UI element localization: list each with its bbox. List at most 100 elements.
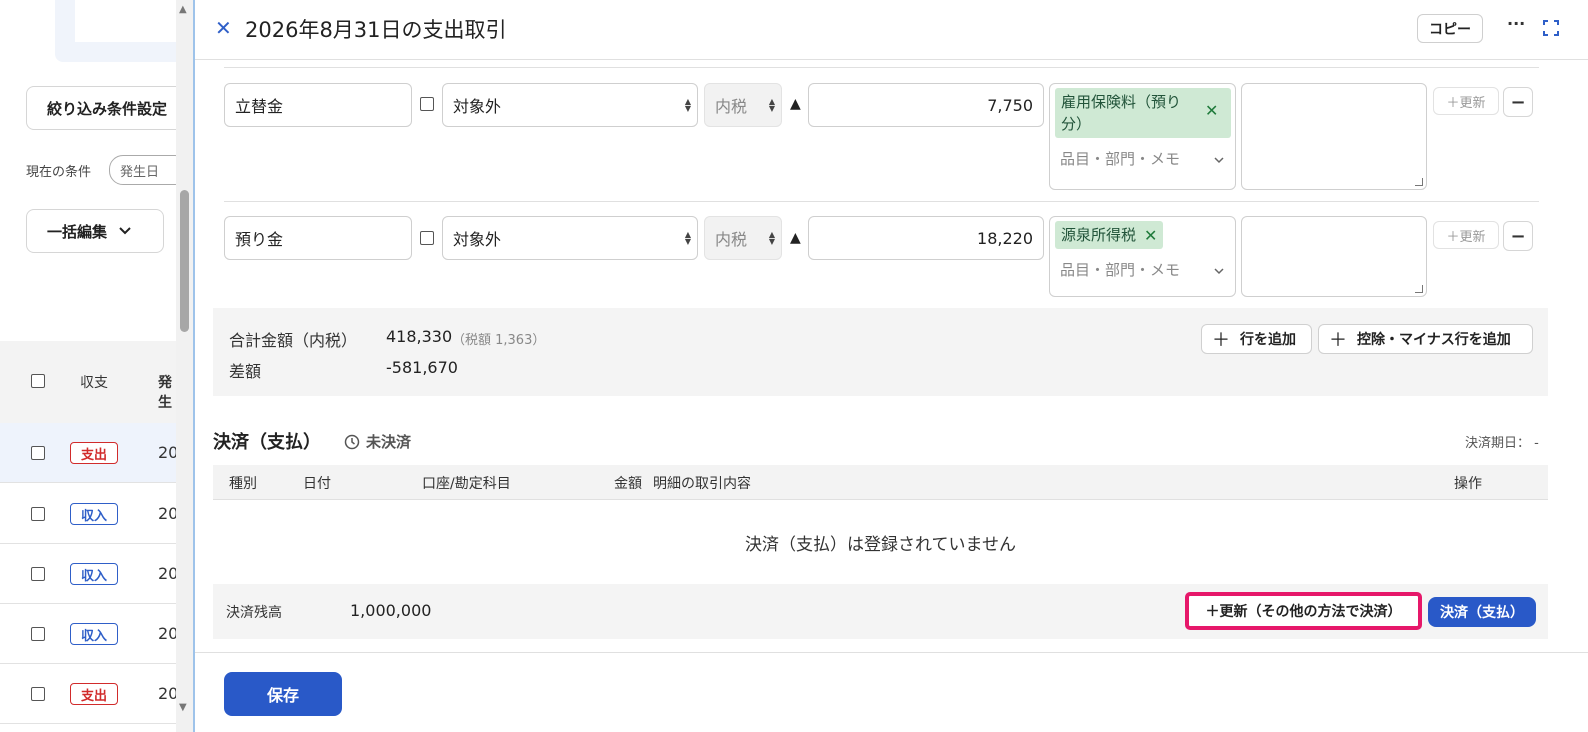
other-method-label: ＋更新（その他の方法で決済） xyxy=(1205,604,1402,620)
settle-payment-button[interactable]: 決済（支払） xyxy=(1428,597,1536,627)
save-button[interactable]: 保存 xyxy=(224,672,342,716)
account-field[interactable]: 立替金 xyxy=(224,83,412,127)
diff-value: -581,670 xyxy=(386,358,458,377)
type-badge: 支出 xyxy=(70,442,118,464)
settlement-footer: 決済残高 1,000,000 ＋更新（その他の方法で決済） 決済（支払） xyxy=(213,584,1548,639)
settlement-status: 未決済 xyxy=(344,431,411,452)
add-minus-row-button[interactable]: ＋ 控除・マイナス行を追加 xyxy=(1318,324,1533,354)
tag-placeholder-row: 品目・部門・メモ xyxy=(1055,148,1230,169)
add-row-button[interactable]: ＋ 行を追加 xyxy=(1201,324,1312,354)
clock-icon xyxy=(344,434,360,449)
condition-pill-label: 発生日 xyxy=(120,164,160,180)
chevron-down-icon xyxy=(119,224,131,239)
panel-title: 2026年8月31日の支出取引 xyxy=(245,18,507,42)
tag-placeholder-row: 品目・部門・メモ xyxy=(1055,259,1230,280)
memo-textarea[interactable] xyxy=(1241,83,1427,190)
row-checkbox[interactable] xyxy=(420,231,434,245)
scroll-up-icon[interactable]: ▲ xyxy=(179,4,187,15)
table-row[interactable]: 支出 20 xyxy=(0,664,178,724)
transaction-detail-panel: ✕ 2026年8月31日の支出取引 コピー ··· 立替金 対象外 ▲ ▼ 内税 … xyxy=(195,0,1588,732)
other-method-settle-button[interactable]: ＋更新（その他の方法で決済） xyxy=(1185,592,1422,630)
amount-input[interactable]: 7,750 xyxy=(808,83,1044,127)
add-row-label: 行を追加 xyxy=(1240,332,1296,348)
tax-method-value: 内税 xyxy=(715,230,748,249)
resize-handle-icon[interactable] xyxy=(1415,285,1423,293)
remove-row-button[interactable]: − xyxy=(1503,221,1533,251)
tag-placeholder: 品目・部門・メモ xyxy=(1060,150,1181,168)
remove-row-button[interactable]: − xyxy=(1503,87,1533,117)
ellipsis-icon[interactable]: ··· xyxy=(1507,14,1525,33)
balance-value: 1,000,000 xyxy=(350,601,432,620)
row-checkbox[interactable] xyxy=(31,627,45,641)
add-minus-row-label: 控除・マイナス行を追加 xyxy=(1357,332,1511,348)
account-field[interactable]: 預り金 xyxy=(224,216,412,260)
amount-value: 7,750 xyxy=(987,95,1033,115)
tax-category-value: 対象外 xyxy=(453,97,502,116)
tax-method-select: 内税 ▲ ▼ xyxy=(704,216,782,260)
row-checkbox[interactable] xyxy=(31,446,45,460)
remove-tag-icon[interactable]: ✕ xyxy=(1144,226,1157,245)
copy-button[interactable]: コピー xyxy=(1417,14,1483,43)
scrollbar-thumb[interactable] xyxy=(180,190,189,332)
table-row[interactable]: 収入 20 xyxy=(0,604,178,664)
table-row[interactable]: 収入 20 xyxy=(0,544,178,604)
row-checkbox[interactable] xyxy=(420,97,434,111)
settlement-table-header: 種別 日付 口座/勘定科目 金額 明細の取引内容 操作 xyxy=(213,465,1548,499)
scroll-down-icon[interactable]: ▼ xyxy=(179,702,187,713)
table-row[interactable]: 収入 20 xyxy=(0,484,178,544)
select-arrows-icon: ▲ ▼ xyxy=(768,230,775,246)
tag-chip-label: 源泉所得税 xyxy=(1061,226,1137,244)
amount-input[interactable]: 18,220 xyxy=(808,216,1044,260)
tag-field[interactable]: 源泉所得税 ✕ 品目・部門・メモ xyxy=(1049,216,1236,297)
type-badge: 収入 xyxy=(70,623,118,645)
select-all-checkbox[interactable] xyxy=(31,374,45,388)
account-value: 預り金 xyxy=(235,230,284,249)
empty-message: 決済（支払）は登録されていません xyxy=(745,535,1016,555)
tax-category-value: 対象外 xyxy=(453,230,502,249)
column-account: 口座/勘定科目 xyxy=(422,476,511,492)
column-type: 収支 xyxy=(80,375,108,391)
due-date-label: 決済期日： xyxy=(1465,436,1531,451)
expand-icon[interactable] xyxy=(1543,20,1559,40)
filter-settings-button[interactable]: 絞り込み条件設定 xyxy=(26,86,196,130)
footer-divider xyxy=(195,652,1588,653)
settlement-title: 決済（支払） xyxy=(213,432,321,453)
tax-category-select[interactable]: 対象外 ▲ ▼ xyxy=(442,216,698,260)
resize-handle-icon[interactable] xyxy=(1415,178,1423,186)
tax-category-select[interactable]: 対象外 ▲ ▼ xyxy=(442,83,698,127)
table-row[interactable]: 支出 20 xyxy=(0,423,178,483)
transaction-list-background: 絞り込み条件設定 現在の条件 発生日 一括編集 収支 発生 支出 20 収入 2… xyxy=(0,0,196,732)
remove-tag-icon[interactable]: ✕ xyxy=(1205,101,1218,120)
plus-icon: ＋ xyxy=(1212,330,1230,351)
bulk-edit-button[interactable]: 一括編集 xyxy=(26,209,164,253)
update-button[interactable]: ＋更新 xyxy=(1433,221,1499,249)
update-button[interactable]: ＋更新 xyxy=(1433,87,1499,115)
row-checkbox[interactable] xyxy=(31,687,45,701)
amount-value: 18,220 xyxy=(977,228,1033,248)
total-label: 合計金額（内税） xyxy=(229,331,358,350)
minus-icon: − xyxy=(1510,91,1526,113)
select-arrows-icon: ▲ ▼ xyxy=(768,97,775,113)
balance-label: 決済残高 xyxy=(226,605,282,621)
tax-note: （税額 1,363） xyxy=(452,333,546,348)
header-divider xyxy=(195,59,1588,60)
row-divider xyxy=(224,67,1539,68)
tax-method-value: 内税 xyxy=(715,97,748,116)
due-date: 決済期日： - xyxy=(1465,432,1539,451)
settle-payment-label: 決済（支払） xyxy=(1440,605,1524,621)
row-checkbox[interactable] xyxy=(31,507,45,521)
close-icon[interactable]: ✕ xyxy=(215,16,232,40)
diff-label: 差額 xyxy=(229,362,262,381)
type-badge: 支出 xyxy=(70,683,118,705)
minus-icon: − xyxy=(1510,225,1526,247)
total-value: 418,330 xyxy=(386,327,453,346)
column-kind: 種別 xyxy=(229,476,257,492)
scrollbar-track[interactable] xyxy=(176,0,194,732)
memo-textarea[interactable] xyxy=(1241,216,1427,297)
column-date: 発生 xyxy=(158,375,172,411)
row-checkbox[interactable] xyxy=(31,567,45,581)
copy-button-label: コピー xyxy=(1429,21,1471,38)
tag-field[interactable]: 雇用保険料（預り分） ✕ 品目・部門・メモ xyxy=(1049,83,1236,190)
bulk-edit-label: 一括編集 xyxy=(47,222,108,241)
plus-icon: ＋ xyxy=(1329,330,1347,351)
